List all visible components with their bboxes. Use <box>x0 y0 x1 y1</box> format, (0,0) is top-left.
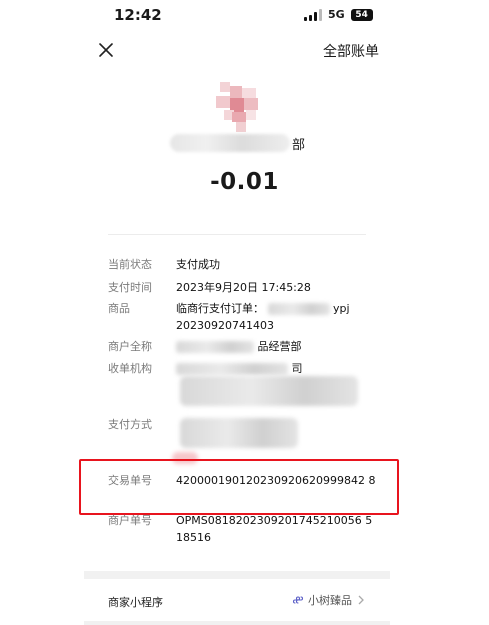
merchant-name-suffix: 部 <box>292 138 306 153</box>
mini-program-value: 小树臻品 <box>308 594 352 607</box>
bottom-separator <box>84 621 390 625</box>
detail-row-merchant-order: 商户单号 OPMS0818202309201745210056 518516 <box>108 512 378 548</box>
divider <box>108 234 366 235</box>
pay-method-redacted <box>180 418 298 448</box>
acquirer-redacted <box>176 363 288 375</box>
status-label: 当前状态 <box>108 258 152 271</box>
product-redacted <box>267 303 330 315</box>
all-bills-link[interactable]: 全部账单 <box>323 41 379 61</box>
product-value-prefix: 临商行支付订单： <box>176 302 264 315</box>
detail-row-acquirer: 收单机构 司 <box>108 360 378 410</box>
status-time: 12:42 <box>114 6 162 24</box>
status-value: 支付成功 <box>176 258 220 271</box>
battery-icon: 54 <box>350 8 373 21</box>
product-value-line2: 20230920741403 <box>176 319 274 332</box>
acquirer-label: 收单机构 <box>108 362 152 375</box>
merchant-name-redacted <box>170 134 290 152</box>
top-nav: 全部账单 <box>0 32 489 68</box>
detail-row-transaction-no: 交易单号 420000190120230920620999842 8 <box>108 472 378 508</box>
pay-method-label: 支付方式 <box>108 418 152 431</box>
pay-time-value: 2023年9月20日 17:45:28 <box>176 281 311 294</box>
network-type: 5G <box>328 8 345 21</box>
merchant-order-label: 商户单号 <box>108 514 152 527</box>
section-separator <box>84 571 390 579</box>
detail-row-pay-method: 支付方式 <box>108 416 378 464</box>
close-icon <box>99 43 113 57</box>
product-label: 商品 <box>108 302 130 315</box>
merchant-name: 部 <box>170 134 330 153</box>
merchant-avatar <box>216 82 264 132</box>
merchant-full-label: 商户全称 <box>108 340 152 353</box>
mini-program-label: 商家小程序 <box>108 596 163 609</box>
acquirer-redacted-block <box>180 376 358 406</box>
transaction-no-label: 交易单号 <box>108 474 152 487</box>
mini-program-link: 小树臻品 <box>292 592 366 608</box>
close-button[interactable] <box>96 40 116 60</box>
mini-program-row[interactable]: 商家小程序 小树臻品 <box>84 579 390 623</box>
signal-icon <box>304 8 322 21</box>
status-indicators: 5G 54 <box>304 8 373 21</box>
merchant-full-text: 品经营部 <box>257 340 302 353</box>
merchant-order-value: OPMS0818202309201745210056 518516 <box>176 514 373 544</box>
payment-amount: -0.01 <box>210 169 279 195</box>
merchant-full-value: 品经营部 <box>176 338 376 355</box>
acquirer-text: 司 <box>291 362 303 375</box>
chevron-right-icon <box>358 595 364 605</box>
status-bar: 12:42 5G 54 <box>0 0 489 32</box>
product-value: 临商行支付订单： ypj 20230920741403 <box>176 300 376 334</box>
detail-row-product: 商品 临商行支付订单： ypj 20230920741403 <box>108 300 378 336</box>
acquirer-value: 司 <box>176 360 376 377</box>
pay-time-label: 支付时间 <box>108 281 152 294</box>
mini-program-icon <box>292 596 304 604</box>
merchant-full-redacted <box>176 341 254 353</box>
product-value-mid: ypj <box>333 302 350 315</box>
transaction-no-value: 420000190120230920620999842 8 <box>176 474 376 487</box>
